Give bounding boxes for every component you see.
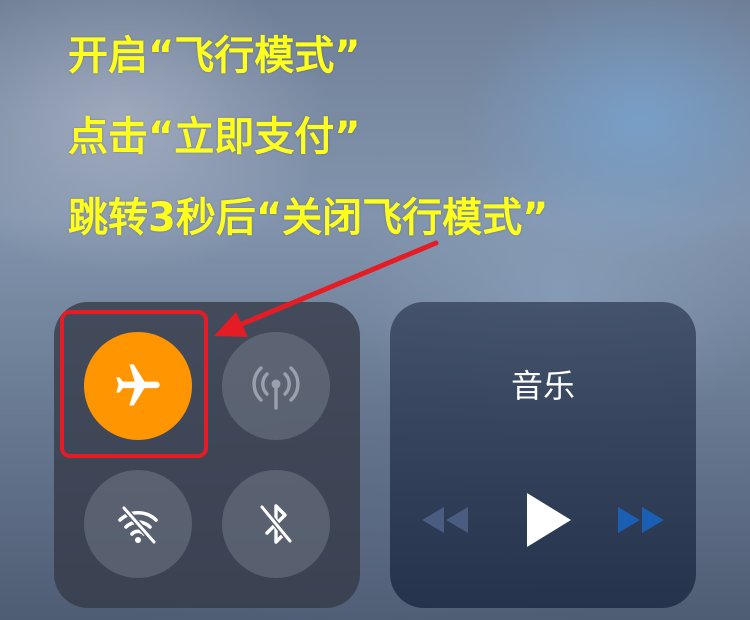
bluetooth-toggle[interactable] — [222, 470, 330, 578]
play-icon — [515, 489, 575, 555]
rewind-button[interactable] — [414, 500, 474, 544]
instruction-line-3: 跳转3秒后“关闭飞行模式” — [68, 195, 549, 241]
airplane-highlight-box — [60, 310, 208, 458]
wifi-toggle[interactable] — [84, 470, 192, 578]
fast-forward-button[interactable] — [612, 500, 672, 544]
bluetooth-off-icon — [250, 498, 302, 550]
music-title: 音乐 — [510, 367, 575, 405]
wifi-off-icon — [112, 498, 164, 550]
music-panel — [390, 302, 696, 608]
instruction-line-2: 点击“立即支付” — [68, 114, 361, 160]
play-button[interactable] — [510, 488, 580, 556]
rewind-icon — [416, 503, 472, 541]
instruction-list: 开启“飞行模式” 点击“立即支付” 跳转3秒后“关闭飞行模式” — [68, 36, 548, 238]
cellular-data-toggle[interactable] — [222, 332, 330, 440]
cellular-antenna-icon — [248, 358, 304, 414]
fast-forward-icon — [614, 503, 670, 541]
instruction-line-1: 开启“飞行模式” — [68, 33, 361, 79]
